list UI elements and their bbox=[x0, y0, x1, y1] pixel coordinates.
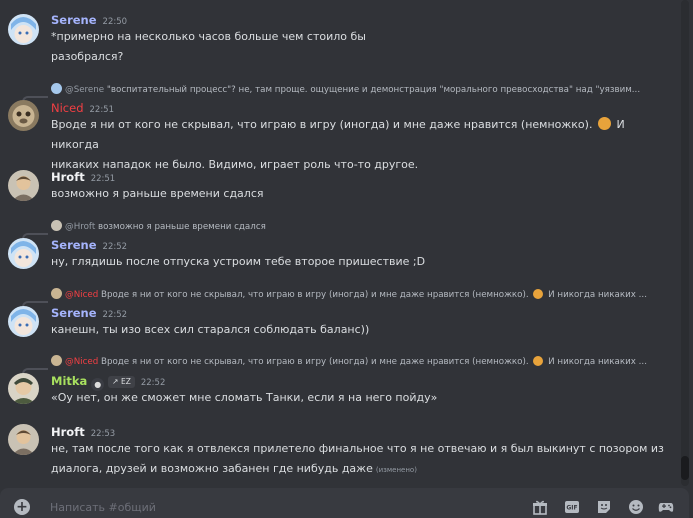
message-line: разобрался? bbox=[51, 50, 124, 63]
timestamp: 22:51 bbox=[89, 105, 115, 115]
reply-preview[interactable]: @Niced Вроде я ни от кого не скрывал, чт… bbox=[51, 355, 671, 369]
message-text: Вроде я ни от кого не скрывал, что играю… bbox=[51, 115, 676, 175]
reply-avatar bbox=[51, 288, 62, 299]
reply-text: возможно я раньше времени сдался bbox=[98, 222, 266, 232]
reply-preview[interactable]: @Hroft возможно я раньше времени сдался bbox=[51, 220, 671, 234]
username[interactable]: Hroft bbox=[51, 425, 85, 439]
message-list: Serene 22:50 *примерно на несколько часов… bbox=[0, 0, 680, 486]
message-line: не, там после того как я отвлекся прилет… bbox=[51, 442, 664, 455]
reply-author: @Niced bbox=[65, 290, 99, 300]
username[interactable]: Hroft bbox=[51, 170, 85, 184]
message-text: «Оу нет, он же сможет мне сломать Танки,… bbox=[51, 388, 676, 408]
plus-icon[interactable]: + bbox=[14, 499, 30, 515]
message-composer: + GIF bbox=[0, 488, 689, 518]
reply-author: @Niced bbox=[65, 357, 99, 367]
reply-avatar bbox=[51, 220, 62, 231]
reply-preview[interactable]: @Niced Вроде я ни от кого не скрывал, чт… bbox=[51, 288, 671, 302]
reply-text: Вроде я ни от кого не скрывал, что играю… bbox=[101, 357, 529, 367]
message-line: «Оу нет, он же сможет мне сломать Танки,… bbox=[51, 391, 438, 404]
message-text: возможно я раньше времени сдался bbox=[51, 184, 676, 204]
avatar-niced[interactable] bbox=[8, 100, 39, 131]
reply-preview[interactable]: @Serene "воспитательный процесс"? не, та… bbox=[51, 83, 671, 97]
guild-tag[interactable]: ↗ EZ bbox=[108, 376, 135, 388]
avatar-hroft[interactable] bbox=[8, 170, 39, 201]
username[interactable]: Serene bbox=[51, 238, 97, 252]
message-header: Hroft 22:51 bbox=[51, 170, 115, 184]
message-text: ну, глядишь после отпуска устроим тебе в… bbox=[51, 252, 676, 272]
reply-text: "воспитательный процесс"? не, там проще.… bbox=[106, 85, 641, 95]
reply-author: @Serene bbox=[65, 85, 105, 95]
message-text: не, там после того как я отвлекся прилет… bbox=[51, 439, 676, 480]
crown-emoji-icon bbox=[597, 117, 611, 130]
gamepad-icon[interactable] bbox=[658, 499, 674, 515]
edited-indicator: (изменено) bbox=[375, 466, 417, 474]
scrollbar-thumb[interactable] bbox=[681, 456, 689, 480]
username[interactable]: Niced bbox=[51, 101, 84, 115]
reply-tail: И никогда никаких ... bbox=[548, 357, 647, 367]
avatar-serene[interactable] bbox=[8, 306, 39, 337]
message-header: Serene 22:52 bbox=[51, 306, 127, 320]
timestamp: 22:52 bbox=[102, 310, 128, 320]
crown-emoji-icon bbox=[533, 289, 544, 299]
reply-avatar bbox=[51, 83, 62, 94]
reply-text: Вроде я ни от кого не скрывал, что играю… bbox=[101, 290, 529, 300]
avatar-mitka[interactable] bbox=[8, 373, 39, 404]
message-header: Niced 22:51 bbox=[51, 101, 114, 115]
reply-avatar bbox=[51, 355, 62, 366]
gift-icon[interactable] bbox=[532, 499, 548, 515]
username[interactable]: Serene bbox=[51, 13, 97, 27]
timestamp: 22:52 bbox=[140, 378, 166, 388]
reply-tail: И никогда никаких ... bbox=[548, 290, 647, 300]
scrollbar-track[interactable] bbox=[681, 0, 689, 486]
gif-icon[interactable]: GIF bbox=[564, 499, 580, 515]
message-line: ну, глядишь после отпуска устроим тебе в… bbox=[51, 255, 426, 268]
crown-emoji-icon bbox=[533, 356, 544, 366]
sticker-icon[interactable] bbox=[596, 499, 612, 515]
svg-text:GIF: GIF bbox=[566, 505, 577, 512]
message-header: Hroft 22:53 bbox=[51, 425, 115, 439]
avatar-hroft[interactable] bbox=[8, 424, 39, 455]
message-line: канешн, ты изо всех сил старался соблюда… bbox=[51, 323, 370, 336]
timestamp: 22:52 bbox=[102, 242, 128, 252]
message-header: Serene 22:50 bbox=[51, 13, 127, 27]
message-line: диалога, друзей и возможно забанен где н… bbox=[51, 459, 676, 480]
message-line: никаких нападок не было. Видимо, играет … bbox=[51, 158, 419, 171]
message-line: Вроде я ни от кого не скрывал, что играю… bbox=[51, 115, 676, 155]
emoji-icon[interactable] bbox=[628, 499, 644, 515]
avatar-serene[interactable] bbox=[8, 14, 39, 45]
message-input[interactable] bbox=[48, 498, 472, 516]
reply-author: @Hroft bbox=[65, 222, 96, 232]
message-line: возможно я раньше времени сдался bbox=[51, 187, 264, 200]
message-text-part: диалога, друзей и возможно забанен где н… bbox=[51, 462, 373, 475]
username[interactable]: Serene bbox=[51, 306, 97, 320]
timestamp: 22:51 bbox=[90, 174, 116, 184]
guild-tag-text: EZ bbox=[120, 377, 131, 386]
timestamp: 22:50 bbox=[102, 17, 128, 27]
message-line: *примерно на несколько часов больше чем … bbox=[51, 30, 366, 43]
message-text: канешн, ты изо всех сил старался соблюда… bbox=[51, 320, 676, 340]
message-text-part: Вроде я ни от кого не скрывал, что играю… bbox=[51, 118, 593, 131]
timestamp: 22:53 bbox=[90, 429, 116, 439]
message-text: *примерно на несколько часов больше чем … bbox=[51, 27, 676, 67]
username[interactable]: Mitka bbox=[51, 374, 87, 388]
message-header: Serene 22:52 bbox=[51, 238, 127, 252]
avatar-serene[interactable] bbox=[8, 238, 39, 269]
